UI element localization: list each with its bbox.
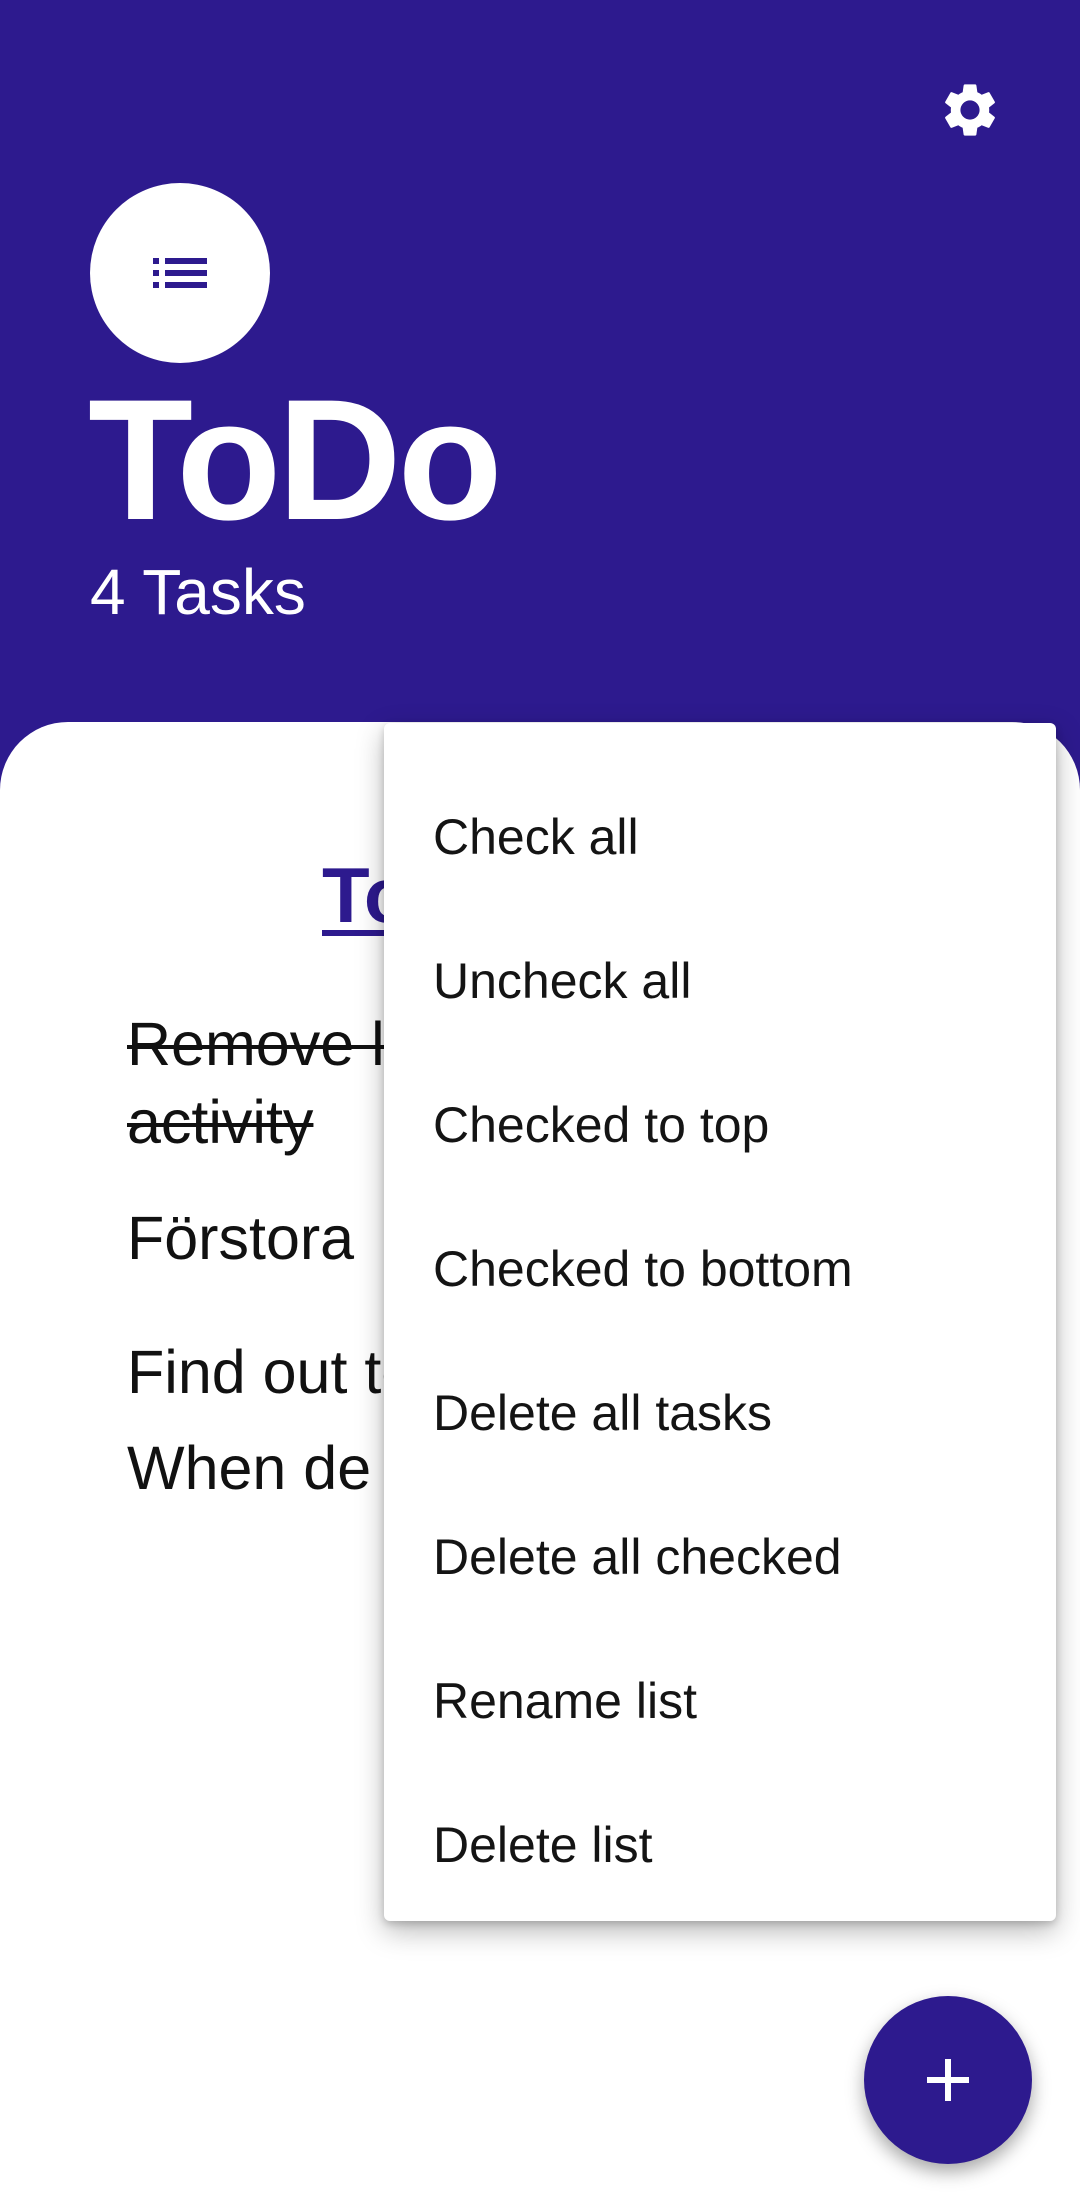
menu-item-delete-list[interactable]: Delete list (384, 1773, 1056, 1917)
plus-icon (927, 2059, 969, 2101)
overflow-menu: Check all Uncheck all Checked to top Che… (384, 723, 1056, 1921)
todo-app: ToDo 4 Tasks To Remove list when backup … (0, 0, 1080, 2212)
menu-item-rename-list[interactable]: Rename list (384, 1629, 1056, 1773)
task-count: 4 Tasks (90, 556, 306, 628)
menu-item-uncheck-all[interactable]: Uncheck all (384, 909, 1056, 1053)
header: ToDo 4 Tasks (0, 0, 1080, 760)
app-title: ToDo (88, 364, 503, 556)
settings-button[interactable] (930, 70, 1010, 150)
menu-item-delete-all-tasks[interactable]: Delete all tasks (384, 1341, 1056, 1485)
menu-item-check-all[interactable]: Check all (384, 765, 1056, 909)
menu-item-checked-to-bottom[interactable]: Checked to bottom (384, 1197, 1056, 1341)
list-avatar (90, 183, 270, 363)
gear-icon (945, 84, 995, 136)
list-icon (153, 258, 207, 288)
add-task-button[interactable] (864, 1996, 1032, 2164)
menu-item-checked-to-top[interactable]: Checked to top (384, 1053, 1056, 1197)
menu-item-delete-all-checked[interactable]: Delete all checked (384, 1485, 1056, 1629)
